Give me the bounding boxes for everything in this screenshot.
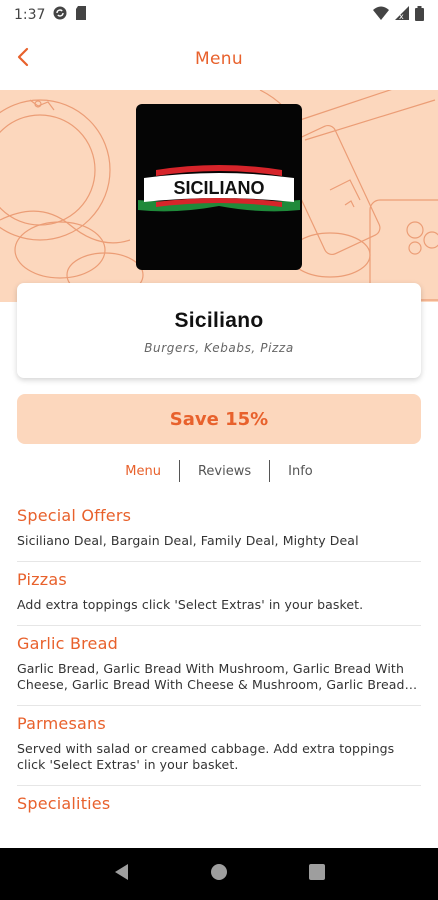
wifi-icon: [373, 6, 389, 24]
recents-square-icon: [309, 864, 325, 884]
back-button[interactable]: [10, 46, 36, 72]
menu-category-title: Specialities: [17, 794, 111, 813]
tab-reviews[interactable]: Reviews: [180, 464, 269, 479]
battery-icon: [415, 5, 424, 25]
tab-info[interactable]: Info: [270, 464, 331, 479]
menu-category-description: Served with salad or creamed cabbage. Ad…: [17, 741, 395, 772]
app-bar: Menu: [0, 30, 438, 88]
restaurant-logo: SICILIANO: [136, 104, 302, 270]
menu-category-title: Special Offers: [17, 506, 132, 525]
menu-category-title: Garlic Bread: [17, 634, 118, 653]
signal-icon: x: [395, 6, 409, 24]
menu-category-description: Add extra toppings click 'Select Extras'…: [17, 597, 364, 612]
restaurant-info-card: Siciliano Burgers, Kebabs, Pizza: [17, 283, 421, 378]
tab-bar: Menu Reviews Info: [0, 459, 438, 483]
sd-card-icon: [75, 6, 87, 24]
menu-category-description: Garlic Bread, Garlic Bread With Mushroom…: [17, 661, 405, 692]
system-back-button[interactable]: [101, 854, 141, 894]
home-circle-icon: [210, 863, 228, 885]
system-recents-button[interactable]: [297, 854, 337, 894]
discount-label: Save 15%: [169, 408, 269, 430]
tab-menu[interactable]: Menu: [107, 464, 179, 479]
menu-category-garlic-bread[interactable]: Garlic Bread Garlic Bread, Garlic Bread …: [17, 626, 421, 706]
chevron-left-icon: [15, 47, 31, 71]
restaurant-cuisine: Burgers, Kebabs, Pizza: [144, 341, 294, 355]
menu-category-description: Siciliano Deal, Bargain Deal, Family Dea…: [17, 533, 359, 548]
back-triangle-icon: [113, 863, 129, 885]
svg-text:x: x: [399, 12, 404, 20]
menu-category-parmesans[interactable]: Parmesans Served with salad or creamed c…: [17, 706, 421, 786]
menu-category-pizzas[interactable]: Pizzas Add extra toppings click 'Select …: [17, 562, 421, 626]
page-title: Menu: [195, 49, 243, 69]
sync-icon: [53, 6, 67, 24]
menu-category-title: Parmesans: [17, 714, 106, 733]
menu-category-specialities[interactable]: Specialities: [17, 786, 421, 833]
logo-wordmark: SICILIANO: [173, 178, 264, 198]
discount-banner[interactable]: Save 15%: [17, 394, 421, 444]
restaurant-name: Siciliano: [174, 309, 264, 332]
menu-category-title: Pizzas: [17, 570, 67, 589]
status-time: 1:37: [14, 7, 46, 23]
system-home-button[interactable]: [199, 854, 239, 894]
menu-category-list: Special Offers Siciliano Deal, Bargain D…: [17, 498, 421, 833]
system-nav-bar: [0, 848, 438, 900]
menu-category-special-offers[interactable]: Special Offers Siciliano Deal, Bargain D…: [17, 498, 421, 562]
status-bar: 1:37 x: [0, 0, 438, 30]
